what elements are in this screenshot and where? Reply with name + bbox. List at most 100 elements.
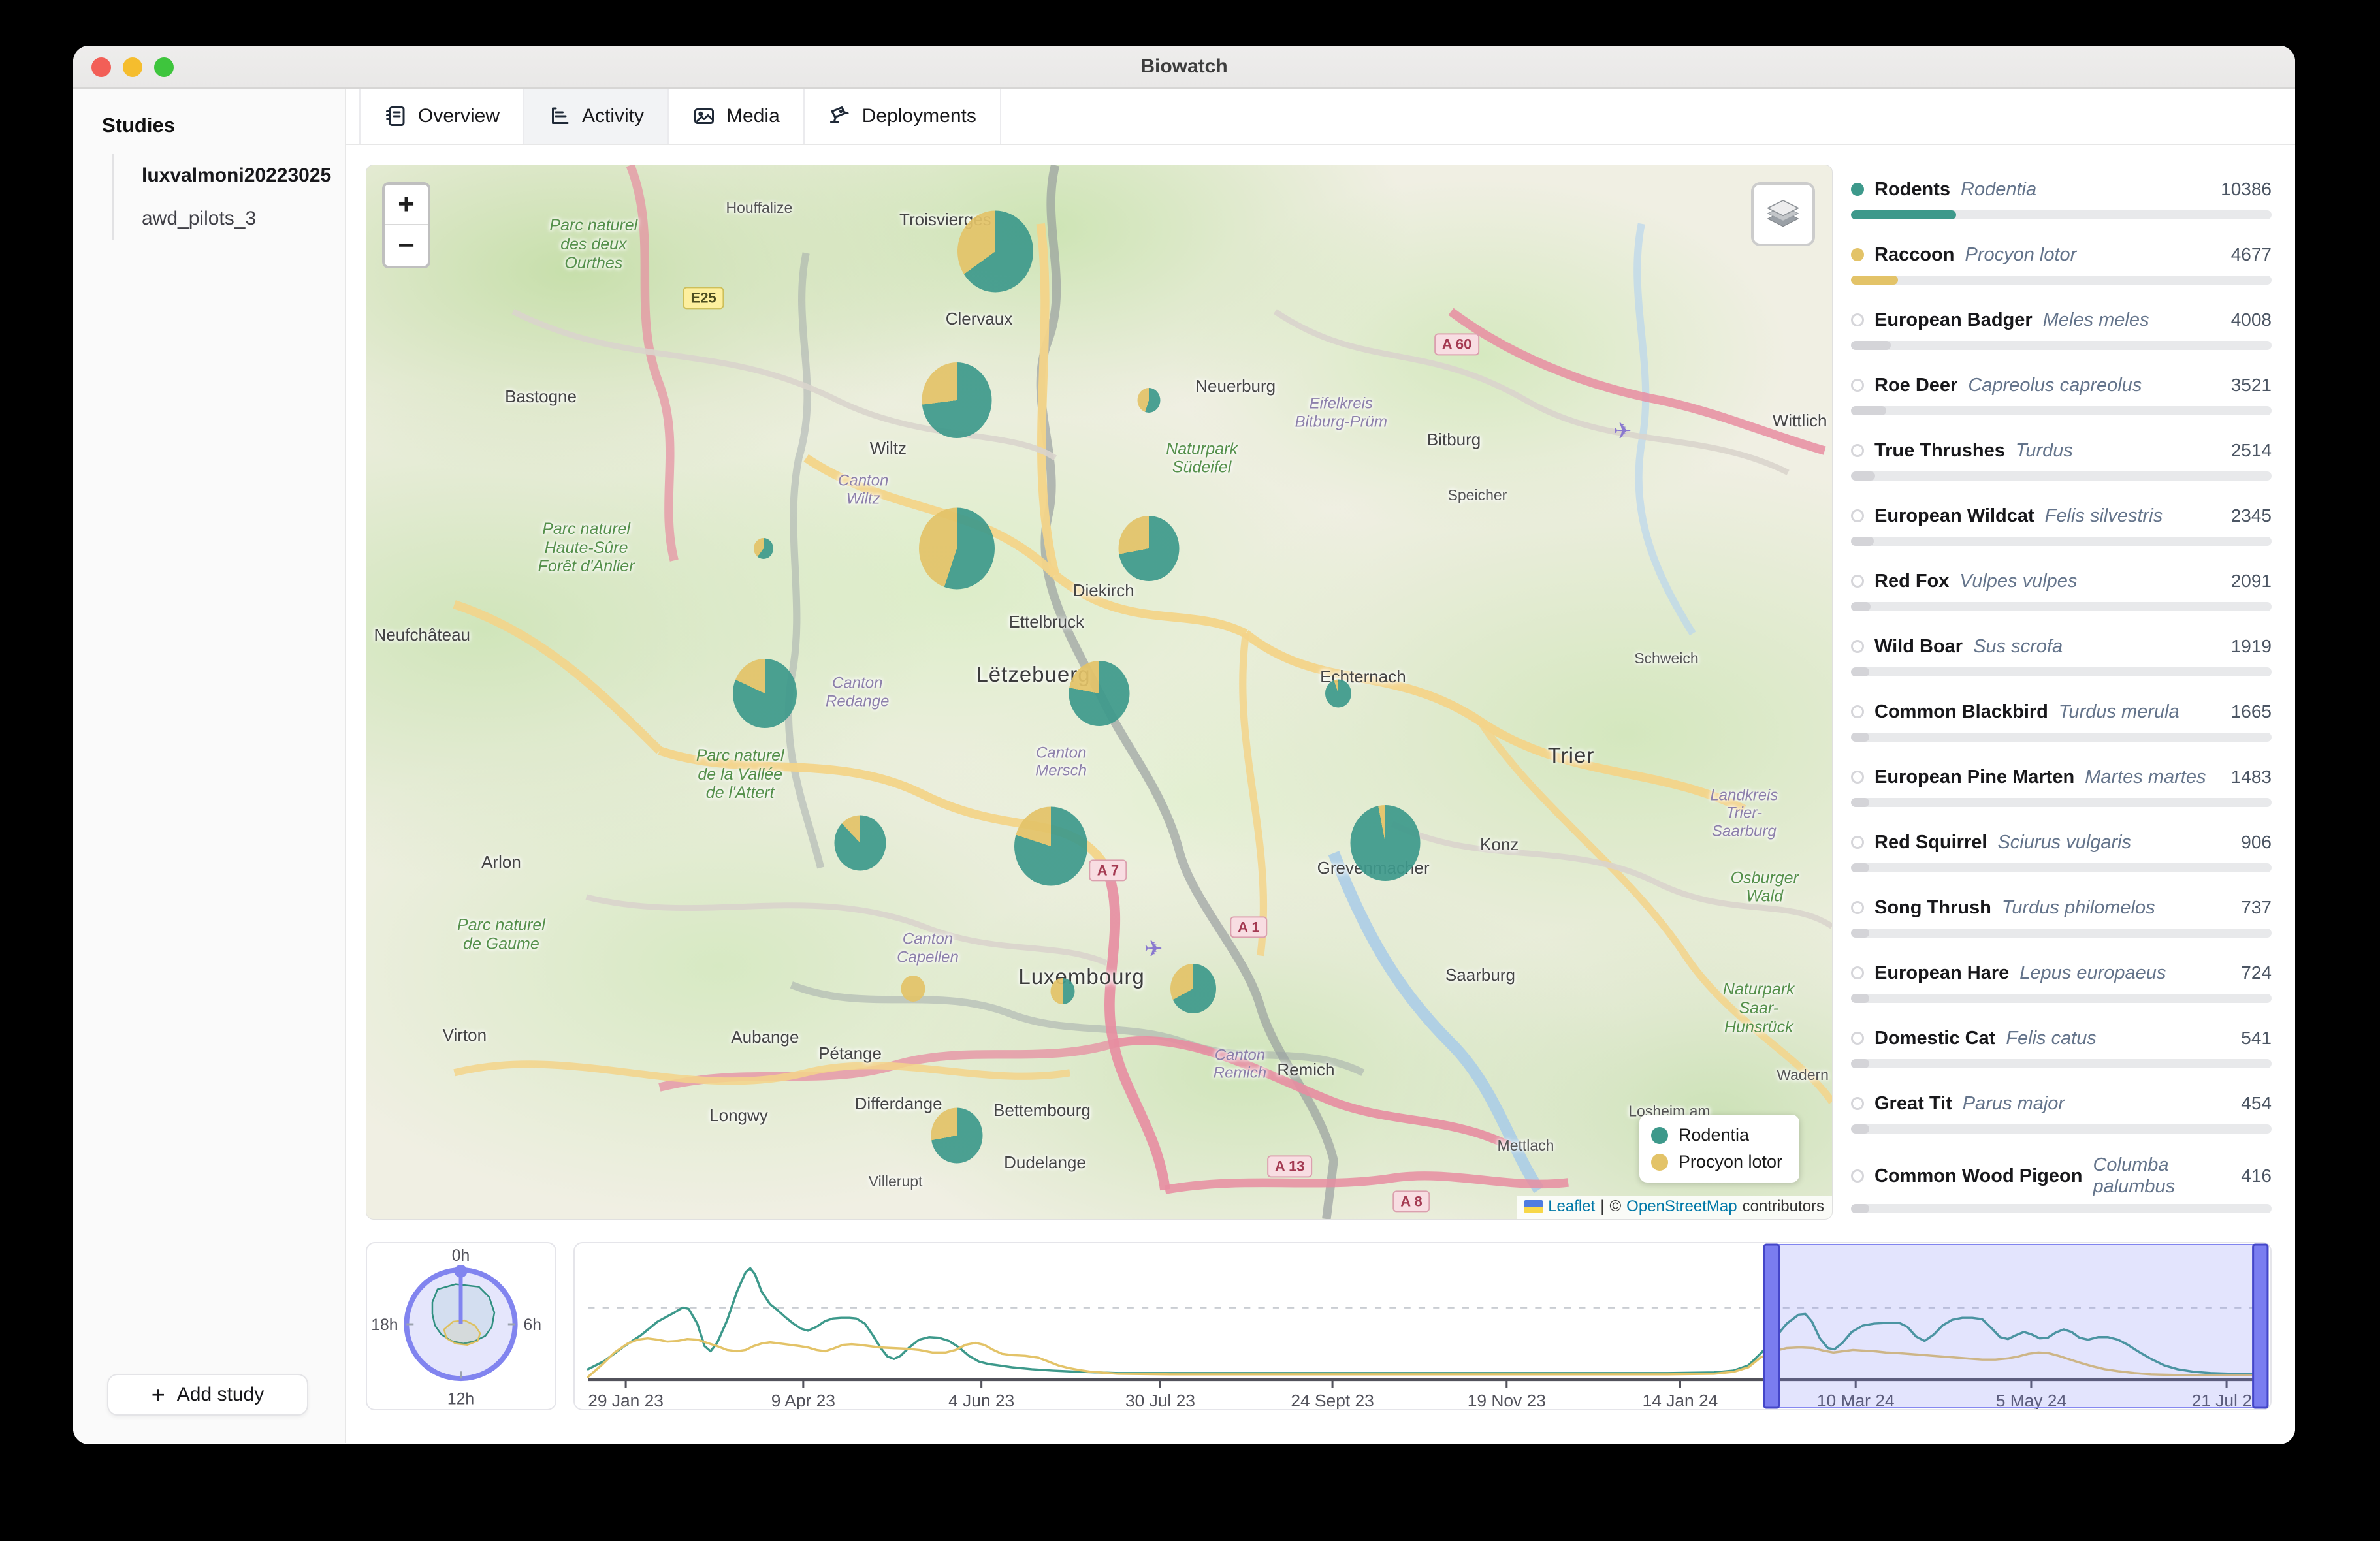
leaflet-map[interactable]: HouffalizeTroisviergesParc naturel des d… [366,165,1833,1220]
species-scientific-name: Vulpes vulpes [1959,571,2220,592]
species-row-line: European HareLepus europaeus724 [1851,959,2272,987]
openstreetmap-link[interactable]: OpenStreetMap [1626,1198,1737,1216]
zoom-out-button[interactable]: − [385,225,428,266]
species-dot-icon [1851,248,1864,261]
species-row-line: Roe DeerCapreolus capreolus3521 [1851,371,2272,400]
species-row[interactable]: European BadgerMeles meles4008 [1851,306,2272,350]
map-pie-marker[interactable] [922,362,992,438]
clock-label-0h: 0h [452,1247,470,1265]
layers-control[interactable] [1751,182,1815,246]
minimize-button[interactable] [123,57,142,77]
maximize-button[interactable] [154,57,174,77]
species-row[interactable]: Common BlackbirdTurdus merula1665 [1851,697,2272,742]
species-count: 1483 [2231,767,2272,787]
species-row[interactable]: Domestic CatFelis catus541 [1851,1024,2272,1068]
timeline-brush-selection[interactable] [1771,1245,2260,1408]
species-row-line: European Pine MartenMartes martes1483 [1851,763,2272,791]
study-item-luxvalmoni[interactable]: luxvalmoni20223025 [114,154,345,197]
species-count: 3521 [2231,375,2272,396]
species-row[interactable]: True ThrushesTurdus2514 [1851,436,2272,481]
species-progress-track [1851,1124,2272,1134]
map-pie-marker[interactable] [1014,806,1087,885]
species-row[interactable]: Great TitParus major454 [1851,1089,2272,1134]
species-row[interactable]: European HareLepus europaeus724 [1851,959,2272,1003]
species-row[interactable]: European Pine MartenMartes martes1483 [1851,763,2272,807]
zoom-in-button[interactable]: + [385,185,428,225]
species-row[interactable]: Roe DeerCapreolus capreolus3521 [1851,371,2272,415]
ukraine-flag-icon [1524,1200,1543,1213]
clock-time-handle[interactable] [455,1265,468,1278]
map-pie-marker[interactable] [733,659,797,728]
species-progress-fill [1851,798,1869,807]
map-pie-marker[interactable] [754,538,773,559]
map-pie-marker[interactable] [1138,388,1161,413]
timeline-chart[interactable]: 29 Jan 239 Apr 234 Jun 2330 Jul 2324 Sep… [575,1243,2270,1409]
species-progress-track [1851,537,2272,546]
species-name: Roe Deer [1874,375,1957,396]
species-progress-fill [1851,1204,1869,1213]
species-count: 10386 [2221,179,2272,200]
species-name: Wild Boar [1874,636,1963,658]
map-pie-marker[interactable] [919,508,995,590]
tab-deployments[interactable]: Deployments [805,89,1001,144]
species-row[interactable]: RodentsRodentia10386 [1851,175,2272,219]
map-pie-marker[interactable] [835,815,886,870]
close-button[interactable] [91,57,111,77]
species-progress-fill [1851,602,1871,611]
timeline-tick-label: 4 Jun 23 [948,1391,1014,1409]
species-row-line: European WildcatFelis silvestris2345 [1851,501,2272,530]
species-dot-hollow-icon [1851,1169,1864,1183]
tab-activity-label: Activity [582,105,644,127]
species-name: True Thrushes [1874,440,2005,462]
species-progress-fill [1851,210,1956,219]
species-row-line: RaccoonProcyon lotor4677 [1851,240,2272,269]
add-study-button[interactable]: + Add study [107,1374,308,1416]
clock-label-6h: 6h [524,1316,542,1334]
clock-label-18h: 18h [371,1316,398,1334]
species-progress-fill [1851,276,1898,285]
map-pie-marker[interactable] [1069,661,1130,726]
leaflet-link[interactable]: Leaflet [1548,1198,1595,1216]
map-pie-marker[interactable] [957,211,1033,293]
attribution-contributors: contributors [1743,1198,1824,1216]
species-progress-track [1851,602,2272,611]
map-pie-marker[interactable] [1350,805,1420,881]
species-progress-track [1851,798,2272,807]
map-pie-marker[interactable] [901,976,925,1002]
species-dot-hollow-icon [1851,770,1864,784]
species-row[interactable]: Common Wood PigeonColumba palumbus416 [1851,1154,2272,1213]
species-progress-track [1851,276,2272,285]
tab-activity[interactable]: Activity [524,89,669,144]
species-row[interactable]: European WildcatFelis silvestris2345 [1851,501,2272,546]
species-row[interactable]: RaccoonProcyon lotor4677 [1851,240,2272,285]
map-pie-marker[interactable] [1119,516,1180,581]
species-count: 2345 [2231,505,2272,526]
species-dot-hollow-icon [1851,640,1864,653]
species-count: 1665 [2231,701,2272,722]
species-name: Domestic Cat [1874,1028,1995,1049]
species-progress-track [1851,994,2272,1003]
map-pie-marker[interactable] [1170,964,1216,1013]
species-row-line: Song ThrushTurdus philomelos737 [1851,893,2272,922]
species-row[interactable]: Red FoxVulpes vulpes2091 [1851,567,2272,611]
study-item-awd-pilots[interactable]: awd_pilots_3 [114,197,345,240]
diel-clock-panel: 0h 6h 12h 18h [366,1242,556,1410]
species-row[interactable]: Song ThrushTurdus philomelos737 [1851,893,2272,938]
species-row[interactable]: Wild BoarSus scrofa1919 [1851,632,2272,676]
species-progress-track [1851,406,2272,415]
brush-handle-right[interactable] [2253,1245,2268,1408]
tab-overview[interactable]: Overview [359,89,524,144]
species-progress-fill [1851,1059,1869,1068]
species-progress-track [1851,667,2272,676]
diel-clock-chart[interactable]: 0h 6h 12h 18h [367,1243,555,1409]
tab-media[interactable]: Media [669,89,805,144]
brush-handle-left[interactable] [1764,1245,1778,1408]
map-pie-marker[interactable] [1325,679,1351,707]
species-scientific-name: Sciurus vulgaris [1997,832,2230,853]
map-pie-marker[interactable] [931,1108,983,1164]
species-dot-hollow-icon [1851,575,1864,588]
map-zoom-control: + − [382,182,430,268]
map-pie-marker[interactable] [1050,978,1074,1004]
species-row[interactable]: Red SquirrelSciurus vulgaris906 [1851,828,2272,872]
species-panel: RodentsRodentia10386 RaccoonProcyon lotor… [1851,165,2272,1220]
